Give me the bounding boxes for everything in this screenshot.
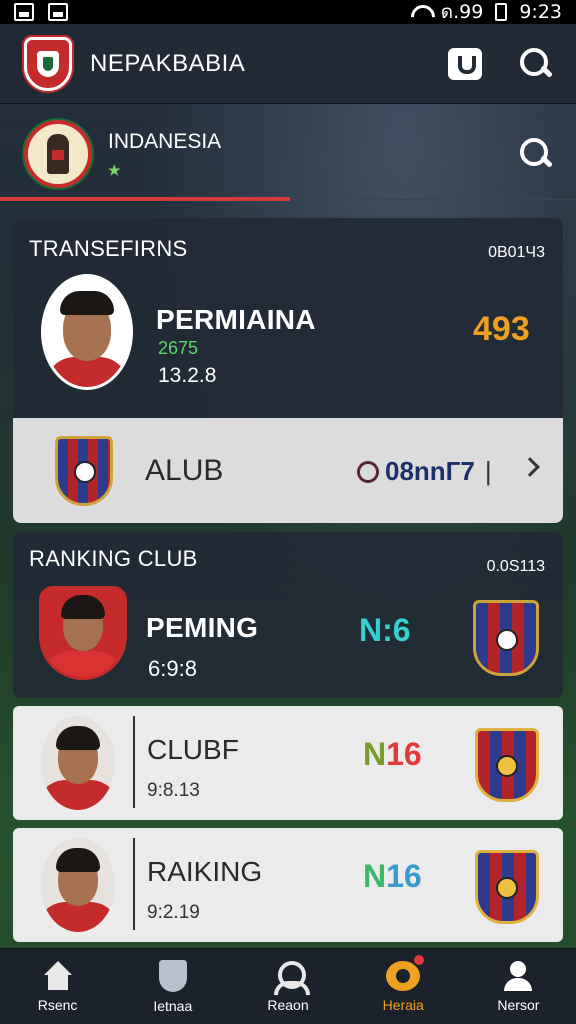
club-row[interactable]: ALUB 08nnГ7 | [13,418,563,523]
club-crest-icon [55,436,113,506]
app-header: NEPAKBABIA [0,24,576,104]
person-icon [272,960,310,995]
list-divider [133,838,135,930]
player-stat-green: 2675 [158,338,199,358]
active-tab-indicator [0,197,290,201]
player-score: 493 [473,310,530,348]
team-search-icon[interactable] [520,138,552,170]
battery-icon [495,3,508,21]
bag-icon[interactable] [448,47,482,80]
club-dot-icon [357,460,379,483]
nav-players[interactable]: Reaon [230,949,345,1024]
status-bar: ด.99 9:23 [0,0,576,24]
list-score-value: 16 [386,736,422,772]
transfers-card: TRANSEFIRNS 0B01Ч3 PERMIAINA 2675 13.2.8… [13,218,563,418]
club-code-text: 08nnГ7 [385,456,475,486]
featured-player-time: 6:9:8 [148,656,197,681]
featured-player-name[interactable]: PEMING [146,612,258,644]
bottom-nav: Rsenc Ietnaa Reaon Heraia Nersor [0,948,576,1024]
ranking-card: RANKING CLUB 0.0S113 PEMING 6:9:8 N:6 [13,532,563,698]
nav-label: Reaon [267,996,309,1013]
gallery-icon [14,3,34,21]
ranking-title: RANKING CLUB [29,546,198,571]
player-stat: 13.2.8 [158,364,217,387]
transfers-title: TRANSEFIRNS [29,236,188,261]
ranking-list-item[interactable]: RAIKING 9:2.19 N16 [13,828,563,942]
player-avatar[interactable] [41,274,133,390]
signal-text: ด.99 [440,1,484,23]
home-icon [42,960,74,991]
team-selector[interactable]: INDANESIA ★ [0,104,576,204]
club-label: ALUB [145,454,224,487]
featured-player-avatar[interactable] [39,586,127,680]
nav-label: Rsenc [37,996,78,1013]
team-name: INDANESIA [108,129,222,153]
player-name[interactable]: PERMIAINA [156,304,316,336]
nav-profile[interactable]: Nersor [461,949,576,1024]
ranking-code: 0.0S113 [486,558,545,575]
nav-label: Ietnaa [153,997,193,1014]
shield-icon [158,959,187,992]
transfers-code: 0B01Ч3 [488,244,545,261]
list-player-avatar [41,716,115,810]
nav-label: Heraia [382,996,424,1013]
featured-player-score: N:6 [359,612,411,648]
team-badge: ★ [108,161,121,178]
list-time: 9:2.19 [147,902,200,923]
clock: 9:23 [519,1,562,23]
notification-badge [412,952,427,967]
bell-icon [386,952,427,991]
list-name: CLUBF [147,734,239,765]
search-icon[interactable] [520,47,552,80]
list-score-value: 16 [386,858,422,894]
team-emblem-icon [24,120,92,188]
featured-club-crest-icon [473,600,539,676]
user-icon [502,960,534,991]
club-code: 08nnГ7 | [357,456,492,487]
list-score-prefix: N [363,736,387,772]
app-logo-icon[interactable] [24,36,72,91]
list-score-prefix: N [363,858,387,894]
nav-notifications[interactable]: Heraia [346,949,461,1024]
list-player-avatar [41,838,115,932]
list-club-crest-icon [475,728,539,802]
list-club-crest-icon [475,850,539,924]
list-score: N16 [363,736,422,773]
chevron-right-icon[interactable] [520,457,540,477]
list-time: 9:8.13 [147,780,200,801]
wifi-icon [411,5,429,19]
club-separator: | [484,456,492,486]
list-name: RAIKING [147,856,263,887]
nav-label: Nersor [497,996,540,1013]
nav-home[interactable]: Rsenc [0,949,115,1024]
ranking-list-item[interactable]: CLUBF 9:8.13 N16 [13,706,563,820]
list-score: N16 [363,858,422,895]
list-divider [133,716,135,808]
nav-teams[interactable]: Ietnaa [115,949,230,1024]
app-title: NEPAKBABIA [90,49,246,77]
screenshot-icon [48,3,68,21]
